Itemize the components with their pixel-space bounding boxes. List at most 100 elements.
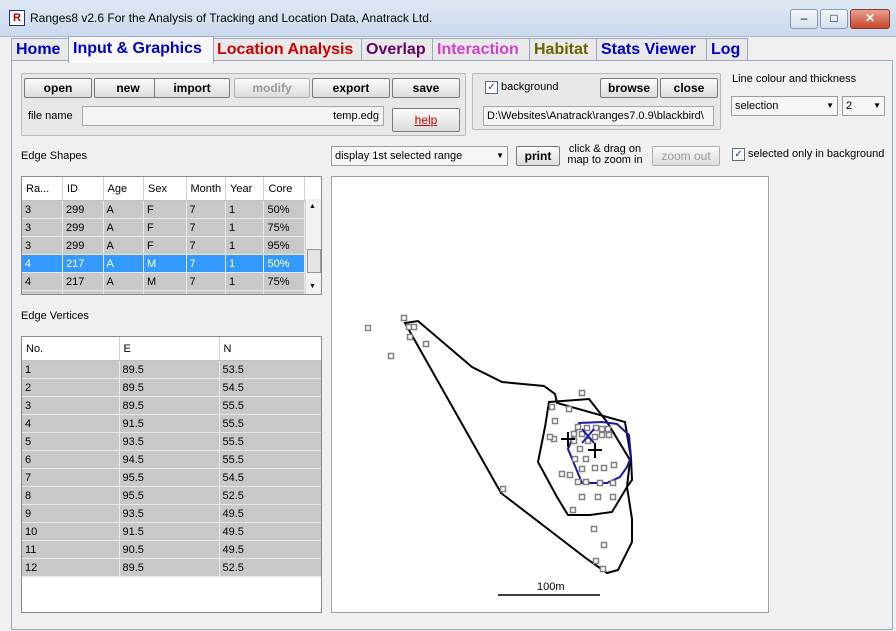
edge-shape-row[interactable]: 4 217 A M 7 1 75%	[22, 272, 305, 291]
column-header[interactable]: Year	[225, 177, 265, 201]
file-name-field[interactable]: temp.edg	[82, 106, 384, 126]
maximize-button[interactable]: □	[820, 9, 848, 29]
tab-home-label: Home	[16, 41, 61, 58]
edge-vertex-row[interactable]: 9 93.5 49.5	[22, 504, 321, 523]
edge-shapes-scrollbar[interactable]: ▲ ▼	[305, 199, 321, 294]
table-cell: M	[143, 254, 187, 273]
title-bar[interactable]: R Ranges8 v2.6 For the Analysis of Track…	[0, 0, 896, 37]
edge-shape-row[interactable]: 3 299 A F 7 1 95%	[22, 236, 305, 255]
edge-vertex-row[interactable]: 8 95.5 52.5	[22, 486, 321, 505]
table-cell: 8	[22, 486, 120, 505]
table-cell: M	[143, 272, 187, 291]
edge-vertices-label: Edge Vertices	[21, 310, 89, 322]
column-header[interactable]: Sex	[143, 177, 187, 201]
fix-point	[610, 461, 618, 469]
column-header[interactable]: Core	[263, 177, 305, 201]
edge-vertex-row[interactable]: 3 89.5 55.5	[22, 396, 321, 415]
background-path-field[interactable]: D:\Websites\Anatrack\ranges7.0.9\blackbi…	[483, 106, 714, 126]
edge-shape-row[interactable]: 3 299 A F 7 1 50%	[22, 200, 305, 219]
column-header[interactable]: Age	[103, 177, 144, 201]
modify-button[interactable]: modify	[234, 78, 310, 98]
scroll-down-icon[interactable]: ▼	[309, 283, 316, 290]
browse-button[interactable]: browse	[600, 78, 658, 98]
table-cell: 95%	[263, 290, 305, 294]
column-header[interactable]: ID	[62, 177, 104, 201]
tab-strip: Home Input & Graphics Location Analysis …	[11, 36, 891, 63]
edge-vertex-row[interactable]: 1 89.5 53.5	[22, 360, 321, 379]
tab-overlap[interactable]: Overlap	[361, 38, 437, 61]
edge-vertex-row[interactable]: 10 91.5 49.5	[22, 522, 321, 541]
tab-interaction-label: Interaction	[437, 41, 519, 58]
scroll-up-icon[interactable]: ▲	[309, 203, 316, 210]
edge-shape-row[interactable]: 4 217 A M 7 1 50%	[22, 254, 305, 273]
edge-vertex-row[interactable]: 6 94.5 55.5	[22, 450, 321, 469]
close-window-button[interactable]: ✕	[850, 9, 890, 29]
minimize-button[interactable]: –	[790, 9, 818, 29]
edge-vertex-row[interactable]: 12 89.5 52.5	[22, 558, 321, 577]
line-colour-select[interactable]: selection ▼	[731, 96, 838, 116]
edge-vertex-row[interactable]: 4 91.5 55.5	[22, 414, 321, 433]
fix-point	[604, 425, 612, 433]
selected-only-checkbox[interactable]: ✓	[732, 148, 745, 161]
tab-habitat[interactable]: Habitat	[529, 38, 603, 61]
tab-log[interactable]: Log	[706, 38, 748, 61]
edge-vertex-row[interactable]: 5 93.5 55.5	[22, 432, 321, 451]
file-group: open new import modify export save file …	[21, 73, 466, 136]
edge-vertex-row[interactable]: 7 95.5 54.5	[22, 468, 321, 487]
close-background-button[interactable]: close	[660, 78, 718, 98]
edge-vertex-row[interactable]: 2 89.5 54.5	[22, 378, 321, 397]
print-button[interactable]: print	[516, 146, 560, 166]
tab-interaction[interactable]: Interaction	[432, 38, 534, 61]
line-thickness-select[interactable]: 2 ▼	[842, 96, 885, 116]
table-cell: 6	[22, 450, 120, 469]
table-cell: 7	[186, 218, 227, 237]
open-button[interactable]: open	[24, 78, 92, 98]
column-header[interactable]: E	[119, 337, 220, 361]
scroll-thumb[interactable]	[307, 249, 321, 273]
tab-log-label: Log	[711, 41, 741, 58]
column-header[interactable]: No.	[22, 337, 120, 361]
save-button[interactable]: save	[392, 78, 460, 98]
chevron-down-icon: ▼	[873, 101, 881, 110]
table-cell: 4	[22, 414, 120, 433]
fix-point	[574, 423, 582, 431]
table-cell: 4	[22, 290, 63, 294]
fix-point	[406, 333, 414, 341]
table-cell: A	[103, 200, 144, 219]
table-cell: 75%	[263, 218, 305, 237]
edge-vertex-row[interactable]: 11 90.5 49.5	[22, 540, 321, 559]
column-header[interactable]: N	[219, 337, 321, 361]
fix-point	[582, 478, 590, 486]
column-header[interactable]: Ra...	[22, 177, 63, 201]
display-range-select[interactable]: display 1st selected range ▼	[331, 146, 508, 166]
line-thickness-value: 2	[846, 100, 853, 112]
tab-stats-viewer[interactable]: Stats Viewer	[596, 38, 712, 61]
table-cell: 7	[186, 272, 227, 291]
column-header[interactable]: Month	[186, 177, 227, 201]
zoom-out-button[interactable]: zoom out	[652, 146, 720, 166]
table-cell: 299	[62, 236, 104, 255]
new-button[interactable]: new	[94, 78, 162, 98]
edge-shape-row[interactable]: 4217AM7195%	[22, 290, 305, 294]
edge-shapes-table[interactable]: Ra... ID Age Sex Month Year Core 3 299 A F 7 1 50% 3 2…	[21, 176, 322, 295]
edge-vertices-table[interactable]: No. E N 1 89.5 53.5 2 89.5 54.5 3 89.5 55.5 4 91.5 55…	[21, 336, 322, 613]
tab-location-analysis[interactable]: Location Analysis	[212, 38, 366, 61]
fix-point	[578, 465, 586, 473]
edge-shape-row[interactable]: 3 299 A F 7 1 75%	[22, 218, 305, 237]
import-button[interactable]: import	[154, 78, 230, 98]
background-checkbox[interactable]: ✓	[485, 81, 498, 94]
table-cell: 5	[22, 432, 120, 451]
tab-home[interactable]: Home	[11, 38, 69, 61]
fix-point	[578, 389, 586, 397]
export-button[interactable]: export	[312, 78, 390, 98]
table-cell: 12	[22, 558, 120, 577]
fix-point	[410, 323, 418, 331]
tab-input-graphics-label: Input & Graphics	[73, 40, 202, 57]
map-canvas[interactable]: 100m	[332, 177, 768, 612]
table-cell: A	[103, 290, 144, 294]
tab-input-graphics[interactable]: Input & Graphics	[68, 36, 214, 63]
range-map[interactable]: 100m	[331, 176, 769, 613]
table-cell: 50%	[263, 254, 305, 273]
table-cell: 7	[186, 200, 227, 219]
help-button[interactable]: help	[392, 108, 460, 132]
